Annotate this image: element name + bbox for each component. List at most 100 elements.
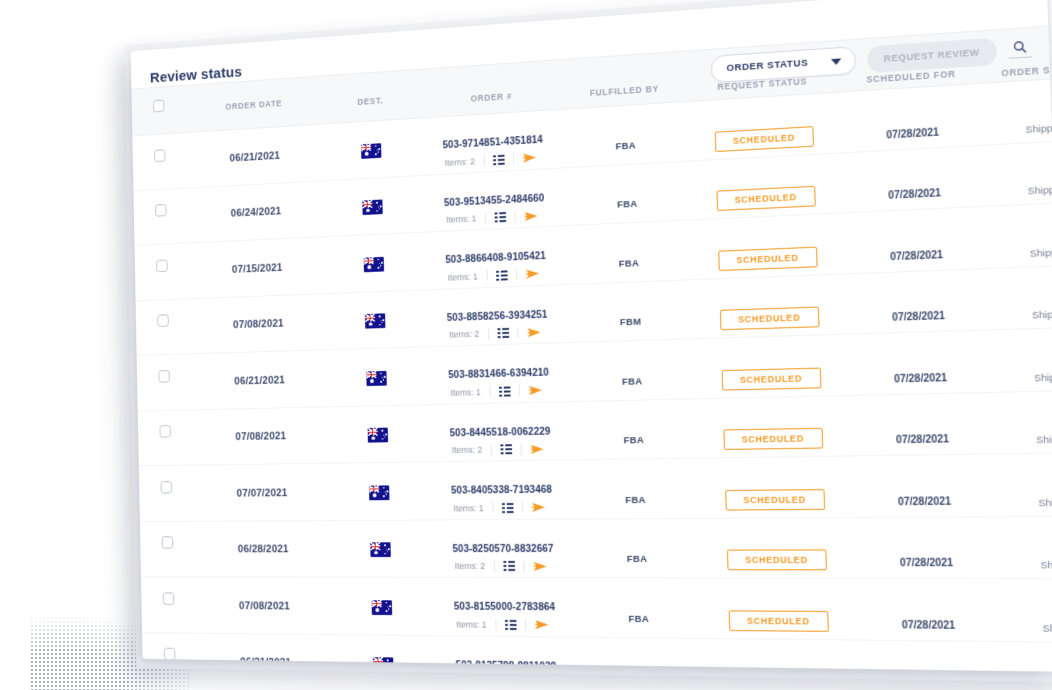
cell-order-date: 06/28/2021 [194,520,333,578]
row-checkbox[interactable] [159,425,172,438]
status-badge[interactable]: SCHEDULED [724,488,825,511]
send-request-icon[interactable] [533,560,548,571]
status-badge[interactable]: SCHEDULED [723,428,823,451]
list-detail-icon[interactable] [498,385,511,397]
row-checkbox[interactable] [157,314,169,328]
cell-scheduled-for: 07/28/2021 [848,329,993,395]
scheduled-for-value: 07/28/2021 [897,496,952,509]
order-date-value: 07/08/2021 [233,318,284,332]
order-number-value[interactable]: 503-8155000-2783864 [454,602,555,614]
meta-divider [489,385,491,397]
cell-dest [329,404,429,464]
send-request-icon[interactable] [527,326,542,337]
send-request-icon[interactable] [530,443,545,454]
fulfilled-by-value: FBA [618,257,640,270]
search-button[interactable] [1008,39,1032,59]
cell-order-status: Shipped [988,263,1052,330]
status-badge[interactable]: SCHEDULED [728,610,829,632]
list-detail-icon[interactable] [495,269,508,281]
cell-dest [331,519,431,578]
order-status-value: Shipped [1031,308,1052,322]
cell-request-status: SCHEDULED [698,577,859,640]
order-status-value: Shipped [1038,497,1052,510]
list-detail-icon[interactable] [500,444,512,455]
order-status-value: Shipped [1042,622,1052,636]
row-checkbox[interactable] [161,536,174,549]
cell-dest [330,461,430,521]
status-badge[interactable]: SCHEDULED [719,306,820,331]
list-detail-icon[interactable] [504,619,517,630]
order-meta-row: Items: 2 [453,560,554,572]
meta-divider [490,444,492,455]
order-number-value[interactable]: 503-8831466-6394210 [448,368,549,382]
meta-divider [520,443,522,455]
order-number-value[interactable]: 503-8445518-0062229 [450,426,551,439]
australia-flag-icon [368,427,389,443]
order-number-value[interactable]: 503-8858256-3934251 [447,309,548,323]
cell-scheduled-for: 07/28/2021 [852,453,997,517]
select-all-checkbox[interactable] [153,99,165,113]
column-header-fulfilled-by[interactable]: FULFILLED BY [563,51,686,110]
items-count-label: Items: 2 [444,155,476,168]
table-row[interactable]: 07/08/2021 503-8155000-2783864 Items: 1 [140,576,1052,643]
cell-order-no: 503-8445518-0062229 Items: 2 [426,401,575,462]
scheduled-for-value: 07/28/2021 [889,249,944,264]
table-row[interactable]: 06/28/2021 503-8250570-8832667 Items: 2 [139,515,1052,579]
list-detail-icon[interactable] [502,560,515,571]
send-request-icon[interactable] [528,385,543,396]
cell-fulfilled-by: FBA [575,517,699,578]
column-header-order-date[interactable]: ORDER DATE [185,76,323,133]
cell-scheduled-for: 07/28/2021 [854,516,999,579]
cell-fulfilled-by: FBA [577,577,701,638]
column-header-dest[interactable]: DEST. [321,69,420,125]
order-meta-row: Items: 2 [450,443,551,456]
select-all-header [131,85,187,136]
cell-fulfilled-by: FBA [564,101,687,168]
meta-divider [483,154,485,166]
row-select-cell [138,465,195,522]
row-checkbox[interactable] [155,204,167,217]
order-number-value[interactable]: 503-8405338-7193468 [451,485,552,497]
row-checkbox[interactable] [163,592,175,605]
column-header-order-no[interactable]: ORDER # [418,59,565,119]
row-checkbox[interactable] [164,647,176,661]
meta-divider [493,560,495,572]
row-checkbox[interactable] [156,259,168,272]
row-checkbox[interactable] [158,369,171,383]
list-detail-icon[interactable] [497,327,509,339]
meta-divider [523,560,525,572]
row-checkbox[interactable] [154,149,166,162]
send-request-icon[interactable] [524,210,539,222]
row-select-cell [133,187,190,246]
cell-order-no: 503-8250570-8832667 Items: 2 [429,518,578,578]
row-select-cell [135,298,192,356]
status-badge[interactable]: SCHEDULED [714,125,814,152]
status-badge[interactable]: SCHEDULED [716,186,816,212]
list-detail-icon[interactable] [501,502,514,513]
order-meta-row: Items: 1 [444,210,545,226]
order-number-value[interactable]: 503-8866408-9105421 [445,251,546,266]
australia-flag-icon [362,199,384,216]
list-detail-icon[interactable] [494,212,506,223]
order-number-value[interactable]: 503-8250570-8832667 [452,543,553,554]
fulfilled-by-value: FBA [615,140,637,153]
row-checkbox[interactable] [160,480,173,494]
scheduled-for-value: 07/28/2021 [891,310,946,325]
send-request-icon[interactable] [525,268,540,279]
send-request-icon[interactable] [534,619,549,630]
cell-dest [332,577,433,636]
meta-divider [484,212,486,224]
status-badge[interactable]: SCHEDULED [721,367,822,391]
order-number-value[interactable]: 503-9513455-2484660 [444,193,545,209]
status-badge[interactable]: SCHEDULED [726,549,827,571]
list-detail-icon[interactable] [492,154,505,165]
cell-order-date: 07/15/2021 [189,236,327,299]
send-request-icon[interactable] [531,502,546,513]
table-body: 06/21/2021 503-9714851-4351814 Items: 2 [132,75,1052,672]
send-request-icon[interactable] [522,152,537,164]
destination-flag [369,485,390,505]
cell-order-no: 503-8155000-2783864 Items: 1 [430,577,579,637]
status-badge[interactable]: SCHEDULED [717,246,818,271]
order-number-value[interactable]: 503-9714851-4351814 [443,135,543,152]
order-meta-row: Items: 1 [454,618,555,631]
